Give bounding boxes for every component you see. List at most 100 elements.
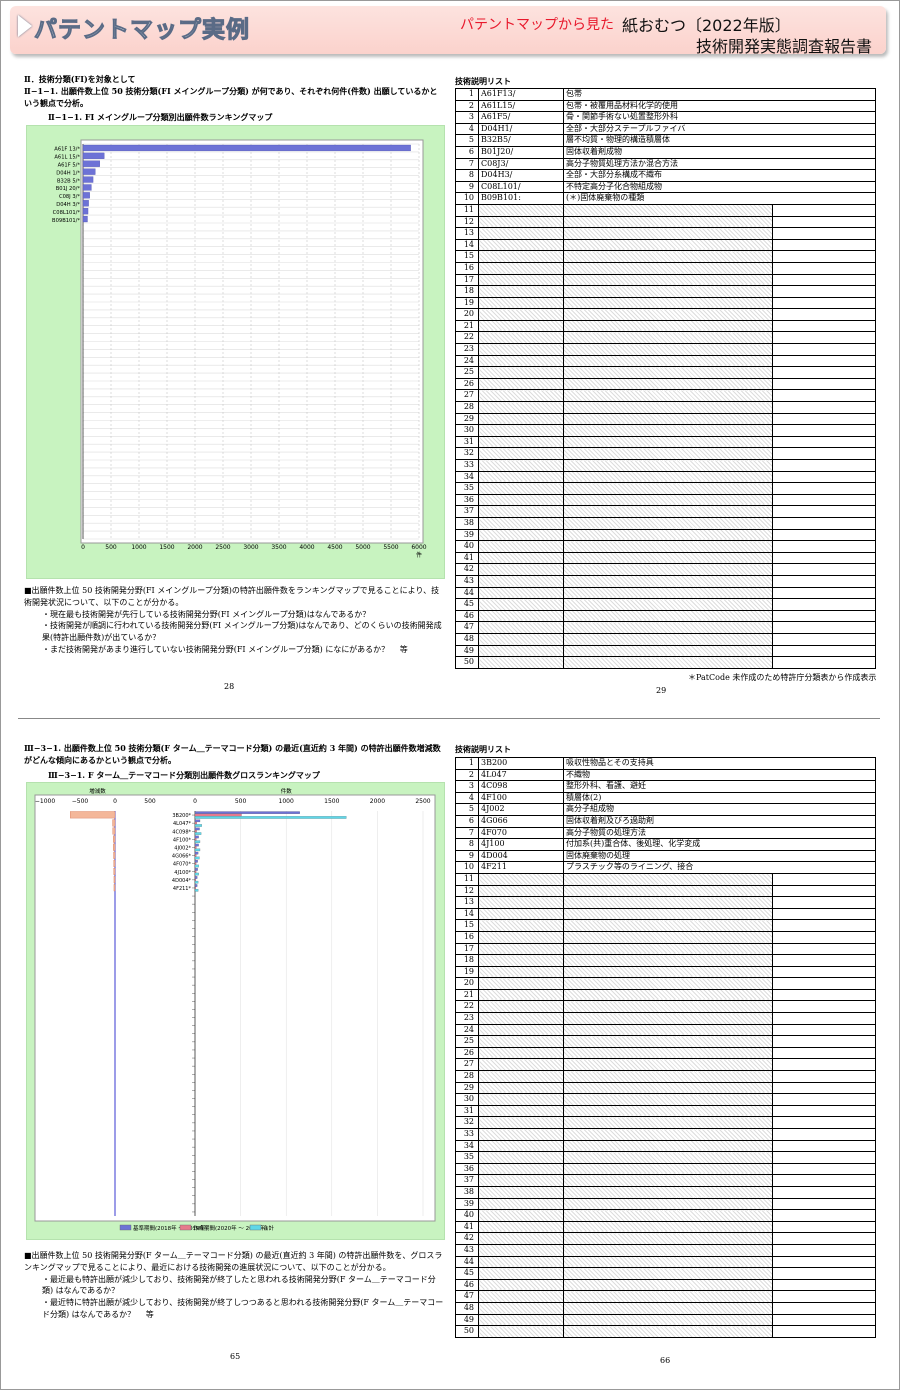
row-number: 36 — [455, 1162, 479, 1176]
class-code — [478, 1185, 564, 1199]
class-code: B01J20/ — [478, 145, 564, 159]
series-bar — [194, 884, 198, 887]
class-code: 3B200 — [478, 757, 564, 770]
class-description — [563, 919, 773, 932]
table-row: 25 — [455, 1035, 876, 1048]
blank-cell — [772, 516, 876, 530]
row-number: 42 — [455, 563, 479, 576]
category-label: 4J002* — [174, 846, 191, 852]
class-description — [563, 389, 773, 403]
class-description — [563, 621, 773, 634]
table-row: 41 — [455, 551, 876, 565]
class-description — [563, 1267, 773, 1280]
class-code — [478, 389, 564, 403]
change-bar — [112, 819, 116, 827]
row-number: 31 — [455, 435, 479, 449]
table-row: 13 — [455, 227, 876, 240]
blank-cell — [772, 1151, 876, 1164]
series-bar — [194, 886, 197, 890]
class-description: 整形外科、看護、避妊 — [563, 780, 876, 793]
row-number: 43 — [455, 1243, 479, 1257]
class-code: 4J100 — [478, 838, 564, 851]
change-bar — [112, 827, 116, 835]
table-row: 43 — [455, 574, 876, 588]
class-code — [478, 227, 564, 240]
row-number: 20 — [455, 308, 479, 321]
blank-cell — [772, 401, 876, 414]
row-number: 5 — [455, 803, 479, 816]
class-code: B32B5/ — [478, 134, 564, 147]
series-bar — [194, 854, 197, 857]
category-label: B32B 5/* — [57, 178, 80, 184]
row-number: 48 — [455, 632, 479, 646]
class-code: 4J002 — [478, 803, 564, 816]
table-row: 24 — [455, 354, 876, 368]
table-row: 37 — [455, 1174, 876, 1187]
table-row: 23 — [455, 1012, 876, 1025]
table-row: 27 — [455, 1058, 876, 1072]
table-row: 9 4D004 固体廃棄物の処理 — [455, 849, 876, 863]
class-code — [478, 1070, 564, 1083]
row-number: 49 — [455, 644, 479, 658]
table-row: 2 4L047 不織物 — [455, 768, 876, 782]
ranking-chart: 0 500 1000 1500 2000 2500 3000 3500 4000 4500 5000… — [52, 139, 427, 559]
blank-cell — [772, 988, 876, 1002]
class-code — [478, 609, 564, 623]
class-description — [563, 412, 773, 426]
class-description — [563, 1243, 773, 1257]
class-code: 4D004 — [478, 849, 564, 863]
row-number: 21 — [455, 319, 479, 333]
class-code — [478, 1197, 564, 1211]
blank-cell — [772, 965, 876, 979]
row-number: 43 — [455, 574, 479, 588]
category-label: A61L 15/* — [54, 155, 80, 161]
blank-cell — [772, 1093, 876, 1106]
class-description — [563, 942, 773, 956]
class-code: 4F070 — [478, 826, 564, 840]
class-description — [563, 1012, 773, 1025]
blank-cell — [772, 412, 876, 426]
row-number: 42 — [455, 1232, 479, 1245]
class-code — [478, 1035, 564, 1048]
class-code — [478, 343, 564, 356]
table-row: 35 — [455, 482, 876, 495]
series-bar — [194, 843, 199, 847]
table-row: 47 — [455, 621, 876, 634]
class-code — [478, 930, 564, 944]
bar — [82, 184, 92, 191]
class-description — [563, 1035, 773, 1048]
blank-cell — [772, 919, 876, 932]
change-bar — [113, 851, 116, 859]
class-code — [478, 1313, 564, 1327]
blank-cell — [772, 644, 876, 658]
class-code — [478, 621, 564, 634]
blank-cell — [772, 609, 876, 623]
row-number: 25 — [455, 366, 479, 379]
category-label: D04H 3/* — [56, 202, 80, 208]
class-description — [563, 574, 773, 588]
section-title: Ⅱ．技術分類(FI)を対象として — [24, 74, 136, 84]
row-number: 27 — [455, 389, 479, 403]
table-row: 7 4F070 高分子物質の処理方法 — [455, 826, 876, 840]
category-label: 4J100* — [174, 870, 191, 876]
bar — [82, 144, 411, 152]
blank-cell — [772, 215, 876, 229]
class-description — [563, 896, 773, 909]
row-number: 50 — [455, 656, 479, 669]
class-description — [563, 261, 773, 275]
table-row: 35 — [455, 1151, 876, 1164]
tick-label: 500 — [144, 798, 156, 805]
class-description — [563, 1185, 773, 1199]
note-line: ・まだ技術開発があまり進行していない技術開発分野(FI メイングループ分類) に… — [42, 644, 408, 654]
class-code — [478, 354, 564, 368]
blank-cell — [772, 1209, 876, 1222]
blank-cell — [772, 1267, 876, 1280]
tick-label: 500 — [235, 798, 247, 805]
table-row: 45 — [455, 598, 876, 611]
class-description — [563, 447, 773, 460]
table-row: 10 B09B101: (＊)固体廃棄物の種類 — [455, 192, 876, 205]
class-description — [563, 516, 773, 530]
series-bar — [194, 816, 347, 819]
class-description: 層不均質・物理的構造積層体 — [563, 134, 876, 147]
class-code — [478, 1023, 564, 1037]
